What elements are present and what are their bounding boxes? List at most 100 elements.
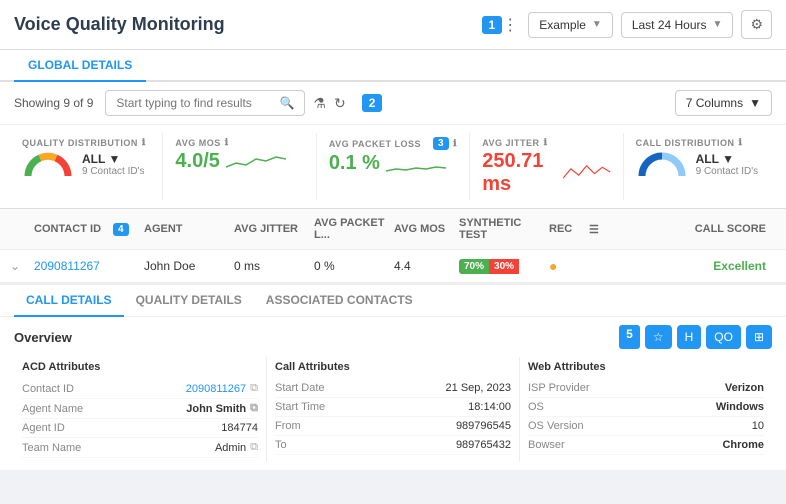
info-icon[interactable]: ℹ xyxy=(225,137,229,148)
col-rec-header[interactable]: REC xyxy=(549,223,589,235)
tab-associated-contacts[interactable]: ASSOCIATED CONTACTS xyxy=(254,285,425,317)
qo-button[interactable]: QO xyxy=(706,325,741,349)
info-icon[interactable]: ℹ xyxy=(544,137,548,148)
row-rec: ● xyxy=(549,258,589,274)
synthetic-green: 70% xyxy=(459,259,489,274)
detail-actions: 5 ☆ H QO ⊞ xyxy=(611,325,772,349)
example-dropdown[interactable]: Example ▼ xyxy=(528,12,613,38)
quality-gauge-svg xyxy=(22,148,74,180)
attr-to-key: To xyxy=(275,439,287,451)
tab-global-details[interactable]: GLOBAL DETAILS xyxy=(14,50,146,82)
table-header-row: CONTACT ID 4 AGENT AVG JITTER AVG PACKET… xyxy=(0,209,786,250)
avg-packet-sparkline xyxy=(386,151,446,175)
call-attributes: Call Attributes Start Date 21 Sep, 2023 … xyxy=(267,357,520,462)
h-button[interactable]: H xyxy=(677,325,702,349)
col-mos-header[interactable]: AVG MOS xyxy=(394,223,459,235)
attr-to-val: 989765432 xyxy=(456,439,511,451)
call-distribution-value: ALL ▼ xyxy=(696,152,759,166)
attr-contact-id-val[interactable]: 2090811267 ⧉ xyxy=(186,382,258,395)
more-icon[interactable]: ⋮ xyxy=(502,15,518,35)
detail-badge: 5 xyxy=(619,325,640,349)
avg-jitter-label: AVG JITTER xyxy=(482,138,539,148)
copy-icon[interactable]: ⧉ xyxy=(250,382,258,395)
attr-os-row: OS Windows xyxy=(528,398,764,417)
tab-quality-details[interactable]: QUALITY DETAILS xyxy=(124,285,254,317)
attr-browser-key: Bowser xyxy=(528,439,565,451)
attr-agent-id-row: Agent ID 184774 xyxy=(22,419,258,438)
attr-team-name-val: Admin ⧉ xyxy=(215,441,258,454)
col-jitter-header[interactable]: AVG JITTER xyxy=(234,223,314,235)
columns-button[interactable]: 7 Columns ▼ xyxy=(675,90,772,116)
header-badge: 1 xyxy=(482,16,503,34)
stat-call-distribution: CALL DISTRIBUTION ℹ ALL ▼ 9 Contact ID's xyxy=(624,133,776,200)
col-score-header[interactable]: CALL SCORE xyxy=(613,223,776,235)
web-title: Web Attributes xyxy=(528,361,764,373)
avg-jitter-value: 250.71 ms xyxy=(482,150,557,196)
attr-contact-id-key: Contact ID xyxy=(22,383,74,395)
filter-settings-button[interactable]: ⚙ xyxy=(741,10,772,39)
attr-browser-row: Bowser Chrome xyxy=(528,436,764,455)
copy-icon[interactable]: ⧉ xyxy=(250,441,258,454)
col-agent-header[interactable]: AGENT xyxy=(144,223,234,235)
attr-agent-id-val: 184774 xyxy=(221,422,258,434)
overview-title: Overview xyxy=(14,330,72,345)
attr-agent-name-key: Agent Name xyxy=(22,403,83,415)
attr-agent-name-val: John Smith ⧉ xyxy=(186,402,258,415)
time-dropdown[interactable]: Last 24 Hours ▼ xyxy=(621,12,734,38)
col-synthetic-header[interactable]: SYNTHETIC TEST xyxy=(459,217,549,241)
stat-avg-packet-loss: AVG PACKET LOSS 3 ℹ 0.1 % xyxy=(317,133,470,200)
contact-badge: 4 xyxy=(113,223,129,236)
row-expand-icon[interactable]: ⌄ xyxy=(10,259,34,273)
attr-team-name-row: Team Name Admin ⧉ xyxy=(22,438,258,458)
table-row: ⌄ 2090811267 John Doe 0 ms 0 % 4.4 70% 3… xyxy=(0,250,786,283)
attr-os-version-val: 10 xyxy=(752,420,764,432)
info-icon[interactable]: ℹ xyxy=(453,138,457,149)
table: CONTACT ID 4 AGENT AVG JITTER AVG PACKET… xyxy=(0,209,786,283)
row-call-score: Excellent xyxy=(613,259,776,273)
attr-browser-val: Chrome xyxy=(722,439,764,451)
attr-columns: ACD Attributes Contact ID 2090811267 ⧉ A… xyxy=(14,357,772,462)
filter-icon[interactable]: ⚗ xyxy=(313,95,326,112)
row-contact-id[interactable]: 2090811267 xyxy=(34,259,144,273)
col-packet-header[interactable]: AVG PACKET L... xyxy=(314,217,394,241)
info-icon[interactable]: ℹ xyxy=(142,137,146,148)
search-box[interactable]: 🔍 xyxy=(105,90,305,116)
avg-jitter-sparkline xyxy=(563,160,610,184)
acd-title: ACD Attributes xyxy=(22,361,258,373)
attr-start-date-row: Start Date 21 Sep, 2023 xyxy=(275,379,511,398)
refresh-icon[interactable]: ↻ xyxy=(334,95,346,112)
detail-section: CALL DETAILS QUALITY DETAILS ASSOCIATED … xyxy=(0,283,786,470)
attr-from-row: From 989796545 xyxy=(275,417,511,436)
avg-mos-value: 4.0/5 xyxy=(175,150,219,173)
row-agent: John Doe xyxy=(144,259,234,273)
overview-row: Overview 5 ☆ H QO ⊞ xyxy=(14,325,772,349)
quality-distribution-sub: 9 Contact ID's xyxy=(82,166,145,177)
row-packet: 0 % xyxy=(314,259,394,273)
attr-os-val: Windows xyxy=(716,401,764,413)
chart-button[interactable]: ⊞ xyxy=(746,325,772,349)
attr-isp-val: Verizon xyxy=(725,382,764,394)
attr-start-time-key: Start Time xyxy=(275,401,325,413)
stat-quality-distribution: QUALITY DISTRIBUTION ℹ ALL ▼ 9 Contact I… xyxy=(10,133,163,200)
stat-avg-mos: AVG MOS ℹ 4.0/5 xyxy=(163,133,316,200)
attr-contact-id-row: Contact ID 2090811267 ⧉ xyxy=(22,379,258,399)
synthetic-red: 30% xyxy=(489,259,519,274)
search-input[interactable] xyxy=(116,96,275,110)
avg-mos-label: AVG MOS xyxy=(175,138,220,148)
search-icon[interactable]: 🔍 xyxy=(279,96,294,110)
avg-packet-loss-label: AVG PACKET LOSS xyxy=(329,139,421,149)
copy-icon[interactable]: ⧉ xyxy=(250,402,258,415)
attr-start-date-val: 21 Sep, 2023 xyxy=(446,382,511,394)
call-distribution-gauge-svg xyxy=(636,148,688,180)
col-settings-header[interactable]: ☰ xyxy=(589,223,613,236)
tab-call-details[interactable]: CALL DETAILS xyxy=(14,285,124,317)
attr-start-time-val: 18:14:00 xyxy=(468,401,511,413)
synthetic-bar: 70% 30% xyxy=(459,259,549,274)
header: Voice Quality Monitoring 1 ⋮ Example ▼ L… xyxy=(0,0,786,50)
info-icon[interactable]: ℹ xyxy=(738,137,742,148)
toolbar-badge: 2 xyxy=(362,94,383,112)
bookmark-button[interactable]: ☆ xyxy=(645,325,672,349)
col-contact-header[interactable]: CONTACT ID 4 xyxy=(34,223,144,236)
stats-row: QUALITY DISTRIBUTION ℹ ALL ▼ 9 Contact I… xyxy=(0,125,786,209)
quality-distribution-value: ALL ▼ xyxy=(82,152,145,166)
